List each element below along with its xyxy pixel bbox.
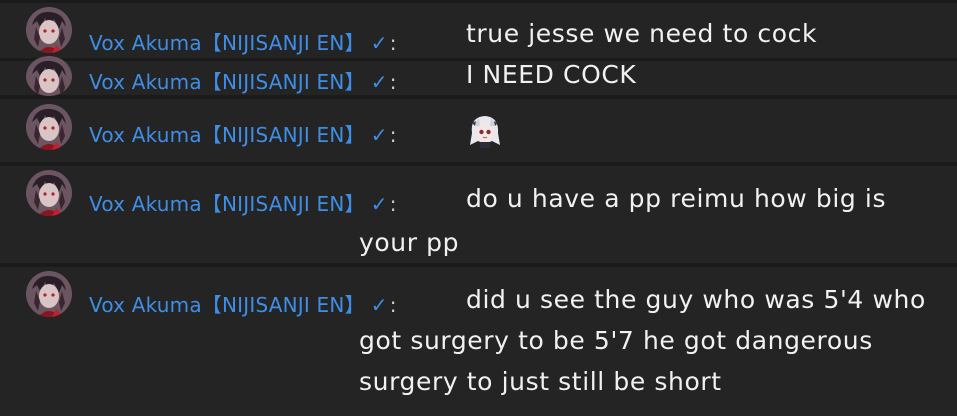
author-name[interactable]: Vox Akuma【NIJISANJI EN】 ✓:: [89, 119, 397, 148]
chat-message: Vox Akuma【NIJISANJI EN】 ✓:: [0, 99, 957, 162]
chat-message: Vox Akuma【NIJISANJI EN】 ✓: true jesse we …: [0, 3, 957, 58]
anime-girl-emote: [466, 111, 504, 149]
author-label: Vox Akuma【NIJISANJI EN】: [89, 31, 365, 55]
chat-message: Vox Akuma【NIJISANJI EN】 ✓: did u see the …: [0, 267, 957, 416]
chat-message: Vox Akuma【NIJISANJI EN】 ✓: I NEED COCK: [0, 61, 957, 95]
message-text-line: surgery to just still be short: [359, 367, 722, 396]
verified-checkmark-icon: ✓: [370, 192, 388, 216]
chat-message: Vox Akuma【NIJISANJI EN】 ✓: do u have a pp…: [0, 166, 957, 263]
message-text-line: your pp: [359, 228, 460, 257]
separator: :: [389, 31, 397, 55]
avatar-portrait-icon: [26, 7, 72, 53]
separator: :: [389, 70, 397, 94]
message-text-line: did u see the guy who was 5'4 who: [466, 285, 926, 314]
author-name[interactable]: Vox Akuma【NIJISANJI EN】 ✓:: [89, 289, 397, 318]
separator: :: [389, 192, 397, 216]
author-label: Vox Akuma【NIJISANJI EN】: [89, 70, 365, 94]
author-name[interactable]: Vox Akuma【NIJISANJI EN】 ✓:: [89, 27, 397, 56]
avatar[interactable]: [26, 170, 72, 216]
chat-feed: Vox Akuma【NIJISANJI EN】 ✓: true jesse we …: [0, 0, 957, 416]
avatar-portrait-icon: [26, 56, 72, 96]
verified-checkmark-icon: ✓: [370, 31, 388, 55]
message-text: I NEED COCK: [466, 60, 637, 89]
verified-checkmark-icon: ✓: [370, 70, 388, 94]
avatar-portrait-icon: [26, 170, 72, 216]
avatar[interactable]: [26, 271, 72, 317]
author-label: Vox Akuma【NIJISANJI EN】: [89, 192, 365, 216]
separator: :: [389, 293, 397, 317]
avatar-portrait-icon: [26, 271, 72, 317]
message-text-line: do u have a pp reimu how big is: [466, 184, 887, 213]
avatar[interactable]: [26, 7, 72, 53]
message-text-line: got surgery to be 5'7 he got dangerous: [359, 326, 873, 355]
separator: :: [389, 123, 397, 147]
avatar[interactable]: [26, 56, 72, 96]
message-text: true jesse we need to cock: [466, 19, 818, 48]
avatar-portrait-icon: [26, 104, 72, 150]
author-name[interactable]: Vox Akuma【NIJISANJI EN】 ✓:: [89, 188, 397, 217]
author-name[interactable]: Vox Akuma【NIJISANJI EN】 ✓:: [89, 66, 397, 95]
author-label: Vox Akuma【NIJISANJI EN】: [89, 293, 365, 317]
verified-checkmark-icon: ✓: [370, 123, 388, 147]
author-label: Vox Akuma【NIJISANJI EN】: [89, 123, 365, 147]
avatar[interactable]: [26, 104, 72, 150]
verified-checkmark-icon: ✓: [370, 293, 388, 317]
